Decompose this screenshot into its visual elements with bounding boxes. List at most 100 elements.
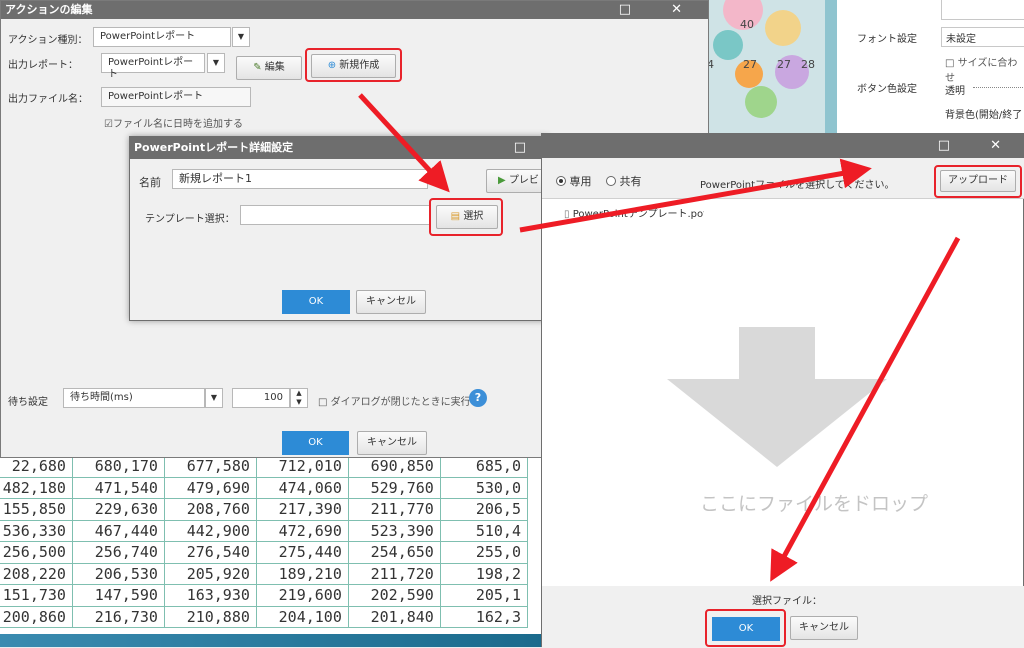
table-cell[interactable]: 200,860 bbox=[0, 605, 73, 628]
table-cell[interactable]: 204,100 bbox=[255, 605, 349, 628]
table-cell[interactable]: 229,630 bbox=[71, 498, 165, 521]
action-type-label: アクション種別： bbox=[8, 35, 88, 46]
table-cell[interactable]: 22,680 bbox=[0, 455, 73, 478]
table-cell[interactable]: 474,060 bbox=[255, 476, 349, 499]
chevron-down-icon[interactable]: ▼ bbox=[232, 27, 250, 47]
wait-amount-input[interactable]: 100 bbox=[232, 388, 290, 408]
table-cell[interactable]: 189,210 bbox=[255, 562, 349, 585]
edit-button[interactable]: ✎ 編集 bbox=[236, 56, 302, 80]
table-cell[interactable]: 530,0 bbox=[439, 476, 529, 499]
table-cell[interactable]: 205,1 bbox=[439, 584, 529, 607]
chevron-down-icon[interactable]: ▼ bbox=[207, 53, 225, 73]
table-cell[interactable]: 206,530 bbox=[71, 562, 165, 585]
window-controls[interactable]: □ ✕ bbox=[938, 138, 1019, 153]
badge-number: 27 bbox=[743, 58, 757, 71]
wait-type-select[interactable]: 待ち時間(ms) bbox=[63, 388, 205, 408]
table-cell[interactable]: 256,740 bbox=[71, 541, 165, 564]
table-cell[interactable]: 210,880 bbox=[163, 605, 257, 628]
table-cell[interactable]: 255,0 bbox=[439, 541, 529, 564]
add-datetime-checkbox[interactable]: ☑ファイル名に日時を追加する bbox=[104, 115, 243, 130]
table-cell[interactable]: 479,690 bbox=[163, 476, 257, 499]
table-cell[interactable]: 510,4 bbox=[439, 519, 529, 542]
transparency-slider[interactable] bbox=[973, 80, 1024, 88]
dialog-title: PowerPointレポート詳細設定 bbox=[134, 141, 294, 154]
window-controls[interactable]: □ ✕ bbox=[619, 1, 700, 19]
table-cell[interactable]: 256,500 bbox=[0, 541, 73, 564]
sheet-bottom-bar bbox=[0, 634, 548, 647]
ok-button[interactable]: OK bbox=[282, 290, 350, 314]
dialog-titlebar: アクションの編集 □ ✕ bbox=[1, 1, 708, 19]
table-cell[interactable]: 202,590 bbox=[347, 584, 441, 607]
file-upload-dialog: □ ✕ 専用 共有 PowerPointファイルを選択してください。 アップロー… bbox=[541, 133, 1024, 648]
table-cell[interactable]: 276,540 bbox=[163, 541, 257, 564]
table-cell[interactable]: 147,590 bbox=[71, 584, 165, 607]
window-controls[interactable]: □ bbox=[514, 137, 544, 159]
table-cell[interactable]: 208,760 bbox=[163, 498, 257, 521]
property-field[interactable] bbox=[941, 0, 1024, 20]
table-cell[interactable]: 685,0 bbox=[439, 455, 529, 478]
cancel-button[interactable]: キャンセル bbox=[790, 616, 858, 640]
table-cell[interactable]: 472,690 bbox=[255, 519, 349, 542]
table-cell[interactable]: 217,390 bbox=[255, 498, 349, 521]
table-cell[interactable]: 155,850 bbox=[0, 498, 73, 521]
table-row: 536,330 467,440 442,900 472,690 523,390 510,4 bbox=[0, 519, 529, 542]
table-cell[interactable]: 211,770 bbox=[347, 498, 441, 521]
highlight-box bbox=[429, 198, 503, 236]
table-cell[interactable]: 201,840 bbox=[347, 605, 441, 628]
badge-number: 40 bbox=[740, 18, 754, 31]
output-filename-label: 出力ファイル名： bbox=[8, 94, 88, 105]
table-cell[interactable]: 211,720 bbox=[347, 562, 441, 585]
table-cell[interactable]: 219,600 bbox=[255, 584, 349, 607]
highlight-box bbox=[934, 165, 1022, 198]
spinner-icon[interactable]: ▲ ▼ bbox=[290, 388, 308, 408]
table-cell[interactable]: 216,730 bbox=[71, 605, 165, 628]
table-cell[interactable]: 680,170 bbox=[71, 455, 165, 478]
table-cell[interactable]: 712,010 bbox=[255, 455, 349, 478]
ok-button[interactable]: OK bbox=[282, 431, 349, 455]
name-label: 名前 bbox=[139, 176, 161, 189]
table-cell[interactable]: 690,850 bbox=[347, 455, 441, 478]
table-cell[interactable]: 151,730 bbox=[0, 584, 73, 607]
table-cell[interactable]: 482,180 bbox=[0, 476, 73, 499]
properties-panel: フォント設定 未設定 □ サイズに合わせ ボタン色設定 透明 背景色(開始/終了 bbox=[837, 0, 1024, 140]
table-cell[interactable]: 677,580 bbox=[163, 455, 257, 478]
table-cell[interactable]: 471,540 bbox=[71, 476, 165, 499]
output-filename-input[interactable]: PowerPointレポート bbox=[101, 87, 251, 107]
table-cell[interactable]: 442,900 bbox=[163, 519, 257, 542]
table-cell[interactable]: 206,5 bbox=[439, 498, 529, 521]
font-setting-label: フォント設定 bbox=[857, 34, 917, 45]
table-cell[interactable]: 529,760 bbox=[347, 476, 441, 499]
cancel-button[interactable]: キャンセル bbox=[356, 290, 426, 314]
radio-private[interactable]: 専用 bbox=[556, 173, 592, 189]
table-cell[interactable]: 275,440 bbox=[255, 541, 349, 564]
table-cell[interactable]: 467,440 bbox=[71, 519, 165, 542]
table-cell[interactable]: 536,330 bbox=[0, 519, 73, 542]
spreadsheet: 22,680 680,170 677,580 712,010 690,850 685,0 4… bbox=[0, 455, 548, 647]
dialog-titlebar: PowerPointレポート詳細設定 □ bbox=[130, 137, 548, 159]
help-icon[interactable]: ? bbox=[469, 389, 487, 407]
table-cell[interactable]: 162,3 bbox=[439, 605, 529, 628]
run-on-close-checkbox[interactable]: □ ダイアログが閉じたときに実行 bbox=[318, 393, 471, 408]
table-cell[interactable]: 163,930 bbox=[163, 584, 257, 607]
action-type-select[interactable]: PowerPointレポート bbox=[93, 27, 231, 47]
font-setting-select[interactable]: 未設定 bbox=[941, 27, 1024, 47]
table-row: 256,500 256,740 276,540 275,440 254,650 255,0 bbox=[0, 541, 529, 564]
table-cell[interactable]: 254,650 bbox=[347, 541, 441, 564]
cancel-button[interactable]: キャンセル bbox=[357, 431, 427, 455]
preview-button-label: プレビ bbox=[508, 175, 539, 186]
table-cell[interactable]: 523,390 bbox=[347, 519, 441, 542]
radio-shared[interactable]: 共有 bbox=[606, 173, 642, 189]
name-input[interactable]: 新規レポート1 bbox=[172, 169, 428, 189]
drop-zone[interactable] bbox=[548, 199, 1019, 589]
table-cell[interactable]: 205,920 bbox=[163, 562, 257, 585]
table-row: 155,850 229,630 208,760 217,390 211,770 206,5 bbox=[0, 498, 529, 521]
table-cell[interactable]: 198,2 bbox=[439, 562, 529, 585]
template-input[interactable] bbox=[240, 205, 430, 225]
background-chart-strip: 40 4 27 27 28 bbox=[705, 0, 825, 140]
chevron-down-icon[interactable]: ▼ bbox=[205, 388, 223, 408]
table-row: 22,680 680,170 677,580 712,010 690,850 685,0 bbox=[0, 455, 529, 478]
table-cell[interactable]: 208,220 bbox=[0, 562, 73, 585]
output-report-select[interactable]: PowerPointレポート bbox=[101, 53, 205, 80]
dialog-titlebar: □ ✕ bbox=[542, 134, 1023, 158]
edit-button-label: 編集 bbox=[264, 62, 285, 73]
